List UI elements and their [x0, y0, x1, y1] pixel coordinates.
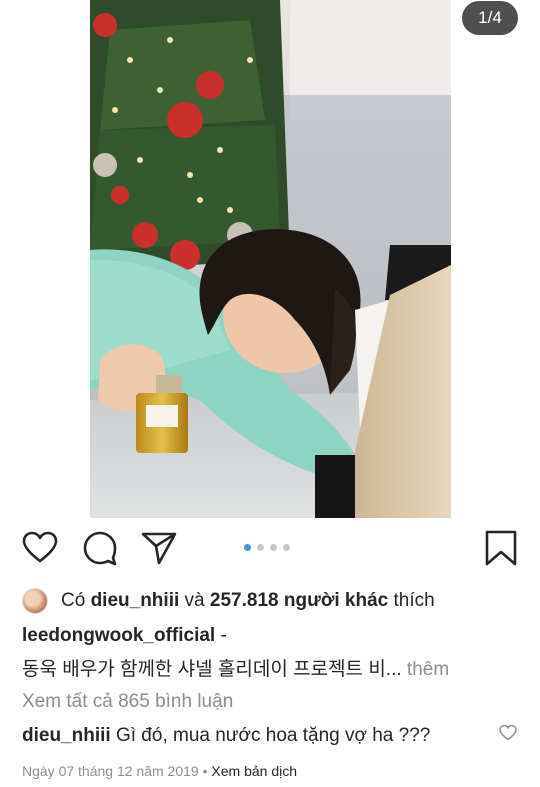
avatar[interactable] — [22, 588, 48, 614]
likes-line[interactable]: Có dieu_nhiii và 257.818 người khác thíc… — [22, 586, 435, 616]
carousel-dot — [270, 544, 277, 551]
carousel-counter: 1/4 — [462, 1, 518, 35]
paper-plane-icon[interactable] — [139, 528, 179, 568]
carousel-dot-active — [244, 544, 251, 551]
post-photo[interactable] — [90, 0, 451, 518]
action-bar — [0, 528, 540, 572]
heart-outline-icon[interactable] — [498, 723, 518, 743]
carousel-indicator — [244, 544, 290, 551]
translate-link[interactable]: Xem bản dịch — [211, 763, 297, 779]
likes-others[interactable]: 257.818 người khác — [210, 590, 388, 612]
comment-row: dieu_nhiii Gì đó, mua nước hoa tặng vợ h… — [22, 725, 430, 747]
caption-text: 동욱 배우가 함께한 샤넬 홀리데이 프로젝트 비 — [22, 659, 386, 680]
likes-suffix: thích — [393, 590, 435, 611]
caption-username[interactable]: leedongwook_official — [22, 625, 215, 646]
meta-separator: • — [202, 763, 208, 779]
post-media[interactable]: 1/4 — [0, 0, 540, 518]
caption-ellipsis: ... — [385, 659, 402, 680]
likes-prefix: Có — [61, 590, 86, 611]
view-all-comments-link[interactable]: Xem tất cả 865 bình luận — [22, 691, 233, 713]
post-date: Ngày 07 tháng 12 năm 2019 — [22, 763, 199, 779]
caption-dash: - — [220, 625, 227, 646]
caption-more-link[interactable]: thêm — [407, 659, 449, 680]
bookmark-icon[interactable] — [481, 528, 521, 568]
caption-body: 동욱 배우가 함께한 샤넬 홀리데이 프로젝트 비... thêm — [22, 654, 522, 681]
comment-bubble-icon[interactable] — [80, 528, 120, 568]
likes-conj: và — [184, 590, 205, 611]
post-meta: Ngày 07 tháng 12 năm 2019 • Xem bản dịch — [22, 763, 297, 779]
heart-icon[interactable] — [20, 528, 60, 568]
carousel-dot — [283, 544, 290, 551]
comment-username[interactable]: dieu_nhiii — [22, 725, 111, 746]
carousel-dot — [257, 544, 264, 551]
caption-header: leedongwook_official - — [22, 625, 227, 647]
liker-username[interactable]: dieu_nhiii — [91, 590, 180, 612]
comment-text: Gì đó, mua nước hoa tặng vợ ha ??? — [115, 725, 431, 746]
photo-illustration — [90, 0, 451, 518]
